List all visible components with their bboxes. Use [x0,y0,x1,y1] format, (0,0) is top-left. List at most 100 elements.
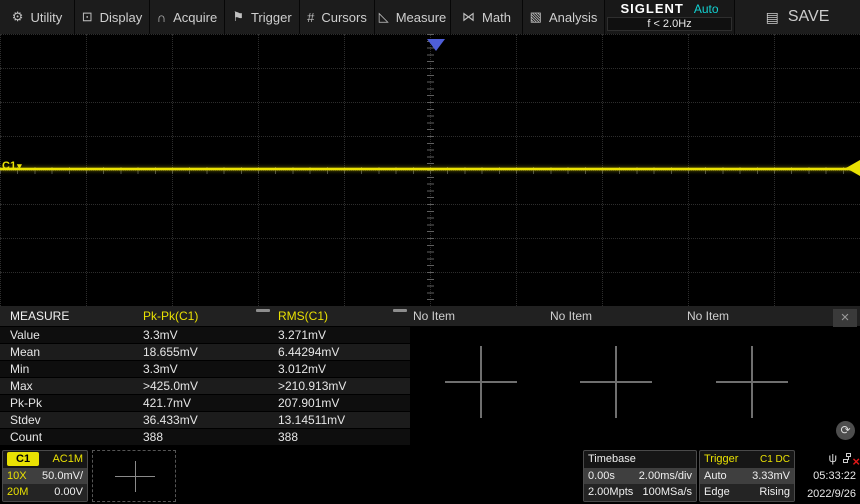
lan-x-icon: × [852,453,860,469]
timebase-memory: 2.00Mpts [588,486,634,499]
measure-col1-header: Pk-Pk(C1) [143,309,199,323]
cursors-icon: # [307,9,315,25]
channel1-bandwidth: 20M [7,486,29,499]
table-row: Pk-Pk 421.7mV 207.901mV [0,395,410,411]
channel1-coupling: AC1M [52,453,83,466]
marker-arrow-icon: ▾ [17,160,22,171]
trigger-source: C1 DC [759,453,790,465]
menu-utility[interactable]: ⚙ Utility [0,0,75,34]
table-cell: Max [10,379,33,393]
reset-statistics-icon[interactable]: ⟳ [836,421,855,440]
table-row: Mean 18.655mV 6.44294mV [0,344,410,360]
table-cell: >425.0mV [143,379,199,393]
add-measure-2-button[interactable] [580,346,652,418]
channel1-offset: 0.00V [54,486,83,499]
save-button[interactable]: ▤ SAVE [735,0,860,34]
menu-math[interactable]: ⋈ Math [451,0,523,34]
trigger-slope: Rising [759,486,790,499]
timebase-delay: 0.00s [588,469,615,482]
acquisition-status: Auto [693,1,719,16]
channel1-offset-marker[interactable]: C1 ▾ [2,160,22,172]
menu-cursors[interactable]: # Cursors [300,0,375,34]
measure-empty-slot-1[interactable]: No Item [413,309,455,323]
clock-date: 2022/9/26 [807,488,856,500]
channel1-scale: 50.0mV/ [42,469,83,482]
trigger-descriptor[interactable]: Trigger C1 DC Auto 3.33mV Edge Rising [699,450,795,502]
table-cell: 3.012mV [278,362,327,376]
measurement-rows: Value 3.3mV 3.271mV Mean 18.655mV 6.44294mV Mi… [0,327,410,446]
add-measure-3-button[interactable] [716,346,788,418]
status-panel[interactable]: SIGLENT Auto f < 2.0Hz [605,0,735,34]
measurement-header: MEASURE Pk-Pk(C1) RMS(C1) No Item No Ite… [0,306,860,327]
flag-icon: ⚑ [232,9,244,24]
measure-icon: ◺ [378,9,389,24]
math-icon: ⋈ [462,9,476,24]
trigger-position-indicator[interactable] [427,39,445,51]
measure-empty-slot-2[interactable]: No Item [550,309,592,323]
table-cell: 388 [143,430,164,444]
analysis-icon: ▧ [529,9,542,24]
clock-time: 05:33:22 [813,470,856,482]
add-measure-1-button[interactable] [445,346,517,418]
measure-title: MEASURE [10,309,70,323]
menu-analysis[interactable]: ▧ Analysis [523,0,605,34]
table-cell: 421.7mV [143,396,192,410]
table-cell: 18.655mV [143,345,198,359]
channel1-probe: 10X [7,469,27,482]
menu-acquire[interactable]: ∩ Acquire [150,0,225,34]
measurement-panel: MEASURE Pk-Pk(C1) RMS(C1) No Item No Ite… [0,306,860,446]
table-row: Min 3.3mV 3.012mV [0,361,410,377]
table-cell: >210.913mV [278,379,347,393]
table-cell: 36.433mV [143,413,198,427]
table-cell: 3.3mV [143,362,178,376]
channel1-trace [0,168,860,170]
gear-icon: ⚙ [11,9,24,24]
timebase-samplerate: 100MSa/s [642,486,692,499]
oscilloscope-screen: ⚙ Utility ⊡ Display ∩ Acquire ⚑ Trigger … [0,0,860,504]
table-cell: 3.271mV [278,328,327,342]
trigger-type: Edge [704,486,730,499]
timebase-descriptor[interactable]: Timebase 0.00s 2.00ms/div 2.00Mpts 100MS… [583,450,697,502]
table-cell: Pk-Pk [10,396,43,410]
menu-trigger[interactable]: ⚑ Trigger [225,0,300,34]
menu-bar: ⚙ Utility ⊡ Display ∩ Acquire ⚑ Trigger … [0,0,860,34]
table-cell: 207.901mV [278,396,340,410]
table-cell: Stdev [10,413,41,427]
channel1-chip: C1 [7,452,40,467]
table-row: Max >425.0mV >210.913mV [0,378,410,394]
add-channel-button[interactable] [92,450,176,502]
measure-col2-header: RMS(C1) [278,309,328,323]
timebase-scale: 2.00ms/div [638,469,692,482]
datetime-panel[interactable]: ψ × 05:33:22 2022/9/26 [800,450,860,502]
acquire-icon: ∩ [156,9,167,25]
close-measure-panel-button[interactable]: × [833,309,857,327]
brand-logo: SIGLENT [620,1,684,16]
frequency-counter: f < 2.0Hz [607,17,732,31]
table-cell: 13.14511mV [278,413,346,427]
bottom-bar: C1 AC1M 10X 50.0mV/ 20M 0.00V Timebase 0… [0,446,860,504]
table-row: Value 3.3mV 3.271mV [0,327,410,343]
display-icon: ⊡ [81,9,93,24]
table-cell: Value [10,328,40,342]
table-cell: Count [10,430,43,444]
table-cell: 3.3mV [143,328,178,342]
remove-measure-1-button[interactable] [256,309,270,312]
timebase-title: Timebase [588,453,636,466]
menu-display[interactable]: ⊡ Display [75,0,150,34]
channel1-descriptor[interactable]: C1 AC1M 10X 50.0mV/ 20M 0.00V [2,450,88,502]
save-icon: ▤ [765,8,779,25]
table-row: Stdev 36.433mV 13.14511mV [0,412,410,428]
measure-empty-slot-3[interactable]: No Item [687,309,729,323]
table-cell: 6.44294mV [278,345,340,359]
lan-disconnected-icon: × [843,452,860,468]
table-cell: Min [10,362,30,376]
trigger-level-indicator[interactable] [846,160,860,176]
trigger-title: Trigger [704,453,739,466]
table-cell: 388 [278,430,299,444]
trigger-level: 3.33mV [752,469,790,482]
menu-measure[interactable]: ◺ Measure [375,0,451,34]
waveform-display: C1 ▾ [0,34,860,307]
table-row: Count 388 388 [0,429,410,445]
usb-icon: ψ [828,451,837,465]
remove-measure-2-button[interactable] [393,309,407,312]
